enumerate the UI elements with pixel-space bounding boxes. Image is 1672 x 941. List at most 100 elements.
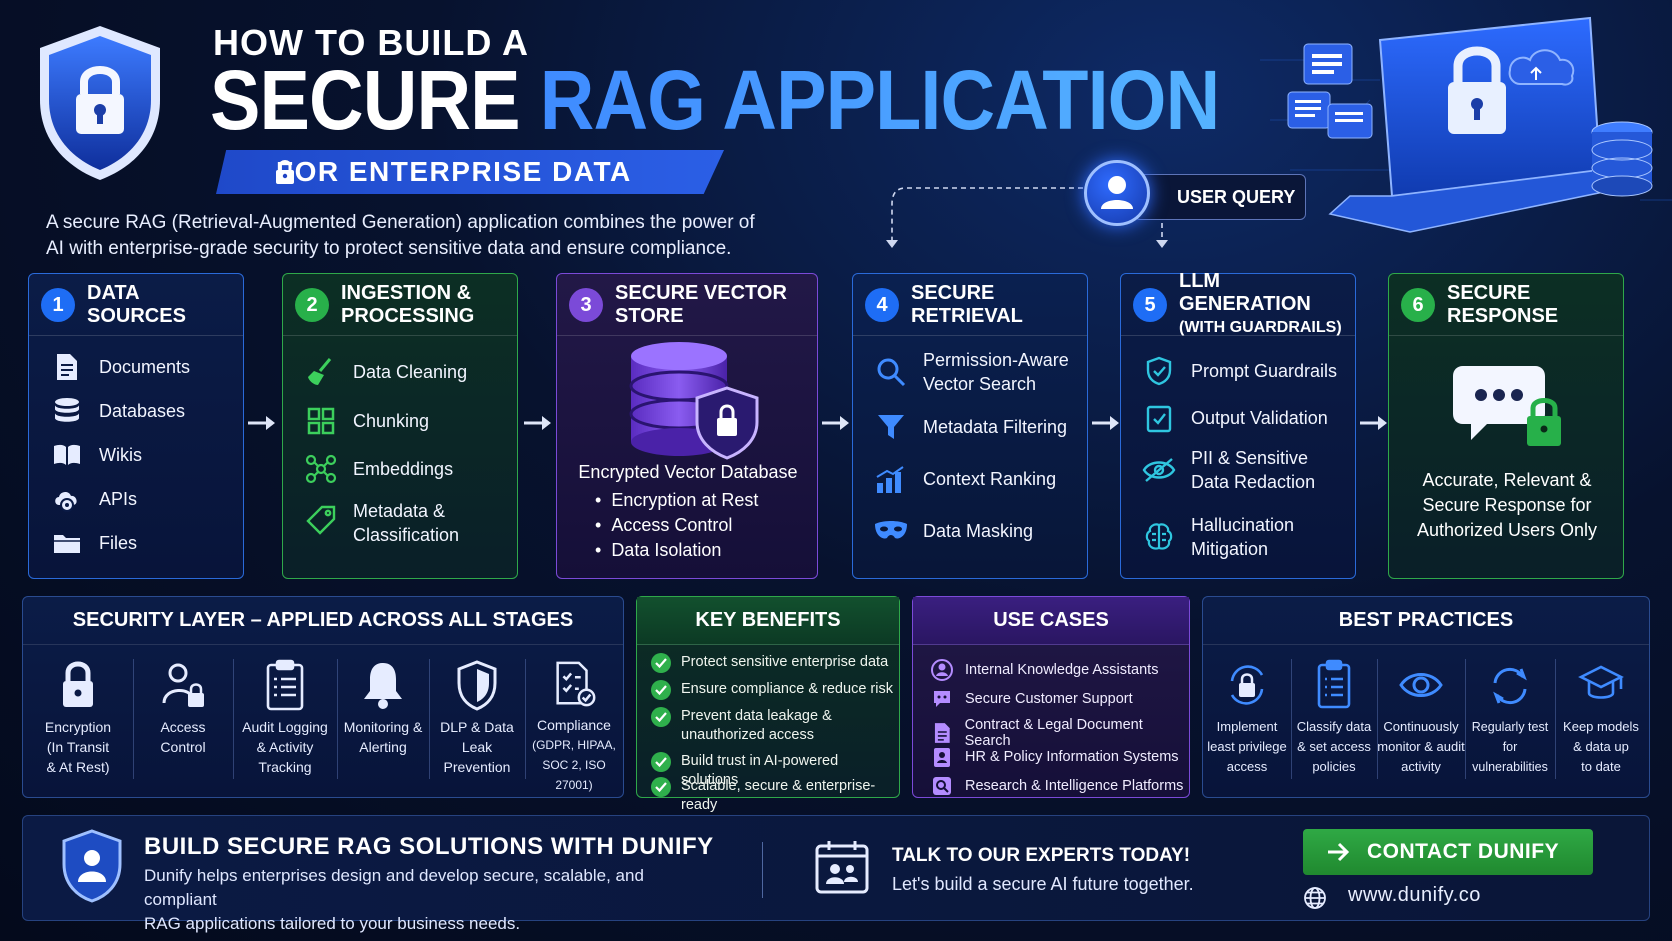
list-item: Embeddings (303, 454, 453, 484)
database-icon (1591, 121, 1653, 197)
user-query-avatar (1084, 160, 1150, 226)
shield-user-icon (62, 829, 122, 903)
footer-desc-line: Dunify helps enterprises design and deve… (144, 866, 644, 909)
item-label: APIs (99, 489, 138, 509)
use-cases-panel: USE CASES Internal Knowledge Assistants … (912, 596, 1190, 798)
website-link[interactable]: www.dunify.co (1348, 884, 1481, 907)
stage-title-line: PROCESSING (341, 304, 475, 327)
benefit-text: Scalable, secure & enterprise-ready (681, 778, 876, 813)
folder-icon (49, 528, 85, 558)
lock-refresh-icon (1230, 665, 1264, 705)
id-badge-icon (934, 748, 950, 767)
list-item: Databases (49, 396, 185, 426)
security-item: Access Control (133, 645, 233, 795)
item-line: policies (1312, 759, 1356, 774)
security-item: Monitoring & Alerting (337, 645, 429, 795)
bullet-text: Access Control (611, 515, 733, 535)
item-line: Control (160, 739, 206, 755)
eye-slash-icon (1141, 455, 1177, 485)
brain-icon (1141, 522, 1177, 552)
list-item: Files (49, 528, 137, 558)
list-item: Chunking (303, 406, 429, 436)
list-item: Hallucination Mitigation (1141, 513, 1294, 561)
panel-title: USE CASES (913, 597, 1189, 645)
use-case-text: HR & Policy Information Systems (965, 749, 1179, 765)
item-label-line: Classification (353, 525, 460, 545)
grid-icon (303, 406, 339, 436)
security-item: Compliance (GDPR, HIPAA, SOC 2, ISO 27001) (525, 645, 623, 795)
graduation-cap-icon (1578, 665, 1624, 699)
stage-data-sources: 1 DATA SOURCES Documents Databases Wikis… (28, 273, 244, 579)
item-line: Classify data (1296, 719, 1372, 734)
item-line: Compliance (537, 717, 611, 733)
arrow-right-icon (524, 416, 551, 430)
item-label: PII & Sensitive Data Redaction (1191, 446, 1315, 494)
benefit-text: Prevent data leakage & unauthorized acces… (681, 707, 832, 745)
use-case-item: HR & Policy Information Systems (931, 746, 1179, 768)
item-line: to date (1581, 759, 1621, 774)
eye-icon (1399, 673, 1443, 697)
item-label-line: Permission-Aware (923, 350, 1069, 370)
arrow-right-icon (1360, 416, 1387, 430)
title-word-secure: SECURE (210, 53, 521, 147)
item-line: Implement (1216, 719, 1278, 734)
best-practices-panel: BEST PRACTICES Implement least privilege a… (1202, 596, 1650, 798)
security-item: DLP & Data Leak Prevention (429, 645, 525, 795)
list-item: Permission-Aware Vector Search (873, 348, 1069, 396)
bell-icon (364, 663, 402, 709)
vector-store-bullets: • Encryption at Rest • Access Control • … (595, 488, 758, 563)
item-label: Embeddings (353, 459, 454, 479)
panel-title: KEY BENEFITS (637, 597, 899, 645)
item-label: Documents (99, 357, 191, 377)
use-case-item: Contract & Legal Document Search (931, 717, 1189, 749)
document-icon (934, 723, 950, 743)
stage-title: SECURE RETRIEVAL (853, 274, 1087, 336)
check-icon (651, 680, 671, 700)
footer-title: BUILD SECURE RAG SOLUTIONS WITH DUNIFY (144, 833, 714, 860)
user-icon (931, 659, 953, 681)
refresh-icon (1493, 667, 1527, 705)
footer-desc-line: RAG applications tailored to your busine… (144, 914, 521, 933)
item-line: for vulnerabilities (1472, 740, 1548, 774)
item-line: activity (1401, 759, 1441, 774)
shield-icon (1141, 356, 1177, 386)
item-label-line: Metadata & (353, 501, 446, 521)
shield-icon (457, 660, 497, 711)
stage-title: LLM GENERATION (WITH GUARDRAILS) (1121, 270, 1355, 336)
item-label: Prompt Guardrails (1191, 361, 1338, 381)
bar-chart-icon (873, 464, 909, 494)
item-label: Metadata Filtering (923, 417, 1068, 437)
list-item: Wikis (49, 440, 142, 470)
practice-item: Regularly test for vulnerabilities (1465, 645, 1555, 795)
security-layer-panel: SECURITY LAYER – APPLIED ACROSS ALL STAG… (22, 596, 624, 798)
book-icon (49, 440, 85, 470)
stage-secure-retrieval: 4 SECURE RETRIEVAL Permission-Aware Vecto… (852, 273, 1088, 579)
search-icon (873, 357, 909, 387)
item-line: Tracking (258, 759, 312, 775)
list-item: Prompt Guardrails (1141, 356, 1337, 386)
cylinder-lock-icon (629, 342, 759, 460)
list-item: PII & Sensitive Data Redaction (1141, 446, 1315, 494)
item-line: Access (160, 719, 206, 735)
stage-secure-vector-store: 3 SECURE VECTOR STORE Encrypted Vector D… (556, 273, 818, 579)
benefit-item: Prevent data leakage & unauthorized acces… (651, 707, 832, 745)
list-item: Metadata Filtering (873, 412, 1067, 442)
check-icon (651, 752, 671, 772)
item-label: Files (99, 533, 138, 553)
lock-icon (63, 661, 93, 707)
item-label: Hallucination Mitigation (1191, 513, 1294, 561)
benefit-text-line: unauthorized access (681, 727, 814, 743)
use-case-item: Research & Intelligence Platforms (931, 775, 1183, 797)
item-line: access (1226, 759, 1268, 774)
list-item: Data Cleaning (303, 357, 467, 387)
item-label-line: Vector Search (923, 374, 1037, 394)
benefit-text: Ensure compliance & reduce risk (681, 681, 893, 697)
item-label: Permission-Aware Vector Search (923, 348, 1069, 396)
item-label: Output Validation (1191, 408, 1328, 428)
talk-title: TALK TO OUR EXPERTS TODAY! (892, 845, 1191, 866)
tag-icon (303, 505, 339, 535)
stage-title: SECURE RESPONSE (1389, 274, 1623, 336)
bullet-text: Encryption at Rest (611, 490, 759, 510)
item-line: Encryption (44, 719, 112, 735)
item-label: Context Ranking (923, 469, 1057, 489)
